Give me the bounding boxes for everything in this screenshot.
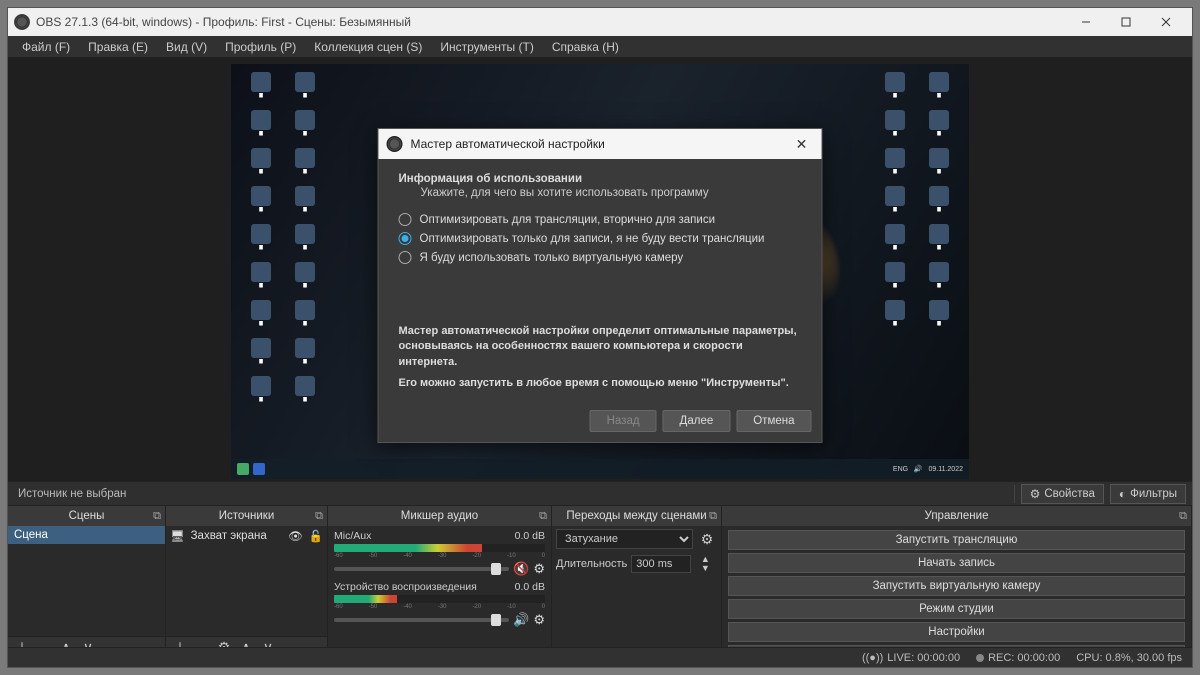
menu-file[interactable]: Файл (F) — [14, 38, 78, 56]
wizard-section-title: Информация об использовании — [399, 173, 802, 185]
sources-title: Источники — [219, 510, 275, 522]
record-dot-icon — [976, 654, 984, 662]
dock-popout-icon[interactable]: ⧉ — [153, 510, 161, 523]
mixer-title: Микшер аудио — [401, 510, 478, 522]
menubar: Файл (F) Правка (E) Вид (V) Профиль (P) … — [8, 36, 1192, 58]
track-name: Mic/Aux — [334, 530, 515, 542]
mute-button[interactable]: 🔊 — [513, 612, 529, 628]
menu-view[interactable]: Вид (V) — [158, 38, 215, 56]
monitor-icon: 🖥 — [170, 529, 185, 543]
audio-meter — [334, 544, 545, 552]
desktop-icons-left: ██ ██ ██ ██ ██ ██ ██ ██ ██ — [241, 72, 325, 408]
transition-select[interactable]: Затухание — [556, 529, 693, 549]
window-title: OBS 27.1.3 (64-bit, windows) - Профиль: … — [36, 15, 1066, 29]
mute-button[interactable]: 🔇 — [513, 561, 529, 577]
obs-logo-icon — [14, 14, 30, 30]
controls-title: Управление — [925, 510, 989, 522]
track-settings-button[interactable]: ⚙ — [533, 612, 545, 628]
lock-toggle[interactable]: 🔓 — [309, 529, 323, 543]
wizard-option-virtualcam[interactable]: Я буду использовать только виртуальную к… — [399, 251, 802, 264]
obs-logo-icon — [387, 136, 403, 152]
transition-duration-input[interactable] — [631, 555, 691, 573]
wizard-option-label: Оптимизировать только для записи, я не б… — [420, 233, 765, 245]
menu-scene-collection[interactable]: Коллекция сцен (S) — [306, 38, 430, 56]
captured-taskbar: ENG 🔊 09.11.2022 — [231, 459, 969, 479]
source-label: Захват экрана — [191, 530, 267, 542]
no-source-label: Источник не выбран — [18, 488, 126, 500]
dock-popout-icon[interactable]: ⧉ — [315, 510, 323, 523]
scenes-title: Сцены — [69, 510, 105, 522]
maximize-button[interactable] — [1106, 8, 1146, 36]
start-virtualcam-button[interactable]: Запустить виртуальную камеру — [728, 576, 1185, 596]
wizard-option-streaming[interactable]: Оптимизировать для трансляции, вторично … — [399, 213, 802, 226]
start-streaming-button[interactable]: Запустить трансляцию — [728, 530, 1185, 550]
wizard-cancel-button[interactable]: Отмена — [736, 410, 811, 432]
wizard-titlebar[interactable]: Мастер автоматической настройки ✕ — [379, 129, 822, 159]
desktop-icons-right: ██ ██ ██ ██ ██ ██ ██ — [875, 72, 959, 332]
source-item[interactable]: 🖥 Захват экрана 👁 🔓 — [166, 526, 327, 546]
close-button[interactable] — [1146, 8, 1186, 36]
record-status: REC: 00:00:00 — [976, 652, 1060, 664]
properties-button[interactable]: ⚙Свойства — [1021, 484, 1104, 504]
menu-tools[interactable]: Инструменты (T) — [432, 38, 541, 56]
spinner-icon[interactable]: ▲▼ — [695, 555, 715, 573]
dock-popout-icon[interactable]: ⧉ — [1179, 510, 1187, 523]
wizard-section-sub: Укажите, для чего вы хотите использовать… — [421, 187, 802, 199]
status-bar: ((●))LIVE: 00:00:00 REC: 00:00:00 CPU: 0… — [8, 647, 1192, 667]
broadcast-icon: ((●)) — [862, 652, 883, 664]
filters-button[interactable]: ◐Фильтры — [1110, 484, 1186, 504]
track-db: 0.0 dB — [515, 530, 545, 542]
transition-settings-button[interactable]: ⚙ — [697, 530, 717, 548]
wizard-option-label: Я буду использовать только виртуальную к… — [420, 252, 684, 264]
mixer-track-mic: Mic/Aux0.0 dB -60-50-40-30-20-100 🔇 ⚙ — [328, 526, 551, 577]
gear-icon: ⚙ — [1030, 487, 1041, 501]
mixer-track-desktop: Устройство воспроизведения0.0 dB -60-50-… — [328, 577, 551, 628]
wizard-title: Мастер автоматической настройки — [411, 137, 790, 151]
menu-profile[interactable]: Профиль (P) — [217, 38, 304, 56]
wizard-close-button[interactable]: ✕ — [790, 136, 814, 153]
controls-dock: Управление ⧉ Запустить трансляцию Начать … — [722, 506, 1192, 658]
track-settings-button[interactable]: ⚙ — [533, 561, 545, 577]
stream-status: ((●))LIVE: 00:00:00 — [862, 652, 960, 664]
wizard-back-button[interactable]: Назад — [590, 410, 657, 432]
transitions-dock: Переходы между сценами⧉ Затухание ⚙ Длит… — [552, 506, 722, 658]
volume-slider[interactable] — [334, 567, 509, 571]
scene-item[interactable]: Сцена — [8, 526, 165, 544]
auto-config-wizard: Мастер автоматической настройки ✕ Информ… — [378, 128, 823, 443]
filters-icon: ◐ — [1119, 487, 1126, 501]
visibility-toggle[interactable]: 👁 — [288, 529, 303, 543]
studio-mode-button[interactable]: Режим студии — [728, 599, 1185, 619]
menu-help[interactable]: Справка (H) — [544, 38, 627, 56]
sources-dock: Источники⧉ 🖥 Захват экрана 👁 🔓 ＋ － ⚙ ∧ ∨ — [166, 506, 328, 658]
dock-row: Сцены⧉ Сцена ＋ － ∧ ∨ Источники⧉ 🖥 Захват… — [8, 505, 1192, 658]
wizard-description: Мастер автоматической настройки определи… — [399, 324, 802, 392]
cpu-status: CPU: 0.8%, 30.00 fps — [1076, 652, 1182, 664]
transitions-title: Переходы между сценами — [566, 510, 706, 522]
track-db: 0.0 dB — [515, 581, 545, 593]
dock-popout-icon[interactable]: ⧉ — [539, 510, 547, 523]
track-name: Устройство воспроизведения — [334, 581, 515, 593]
audio-mixer-dock: Микшер аудио ⧉ Mic/Aux0.0 dB -60-50-40-30… — [328, 506, 552, 658]
window-titlebar: OBS 27.1.3 (64-bit, windows) - Профиль: … — [8, 8, 1192, 36]
minimize-button[interactable] — [1066, 8, 1106, 36]
wizard-option-label: Оптимизировать для трансляции, вторично … — [420, 214, 716, 226]
duration-label: Длительность — [556, 558, 627, 570]
audio-meter — [334, 595, 545, 603]
wizard-next-button[interactable]: Далее — [663, 410, 731, 432]
start-recording-button[interactable]: Начать запись — [728, 553, 1185, 573]
dock-popout-icon[interactable]: ⧉ — [709, 510, 717, 523]
menu-edit[interactable]: Правка (E) — [80, 38, 156, 56]
volume-slider[interactable] — [334, 618, 509, 622]
source-toolbar: Источник не выбран ⚙Свойства ◐Фильтры — [8, 481, 1192, 505]
scenes-dock: Сцены⧉ Сцена ＋ － ∧ ∨ — [8, 506, 166, 658]
wizard-option-recording[interactable]: Оптимизировать только для записи, я не б… — [399, 232, 802, 245]
settings-button[interactable]: Настройки — [728, 622, 1185, 642]
